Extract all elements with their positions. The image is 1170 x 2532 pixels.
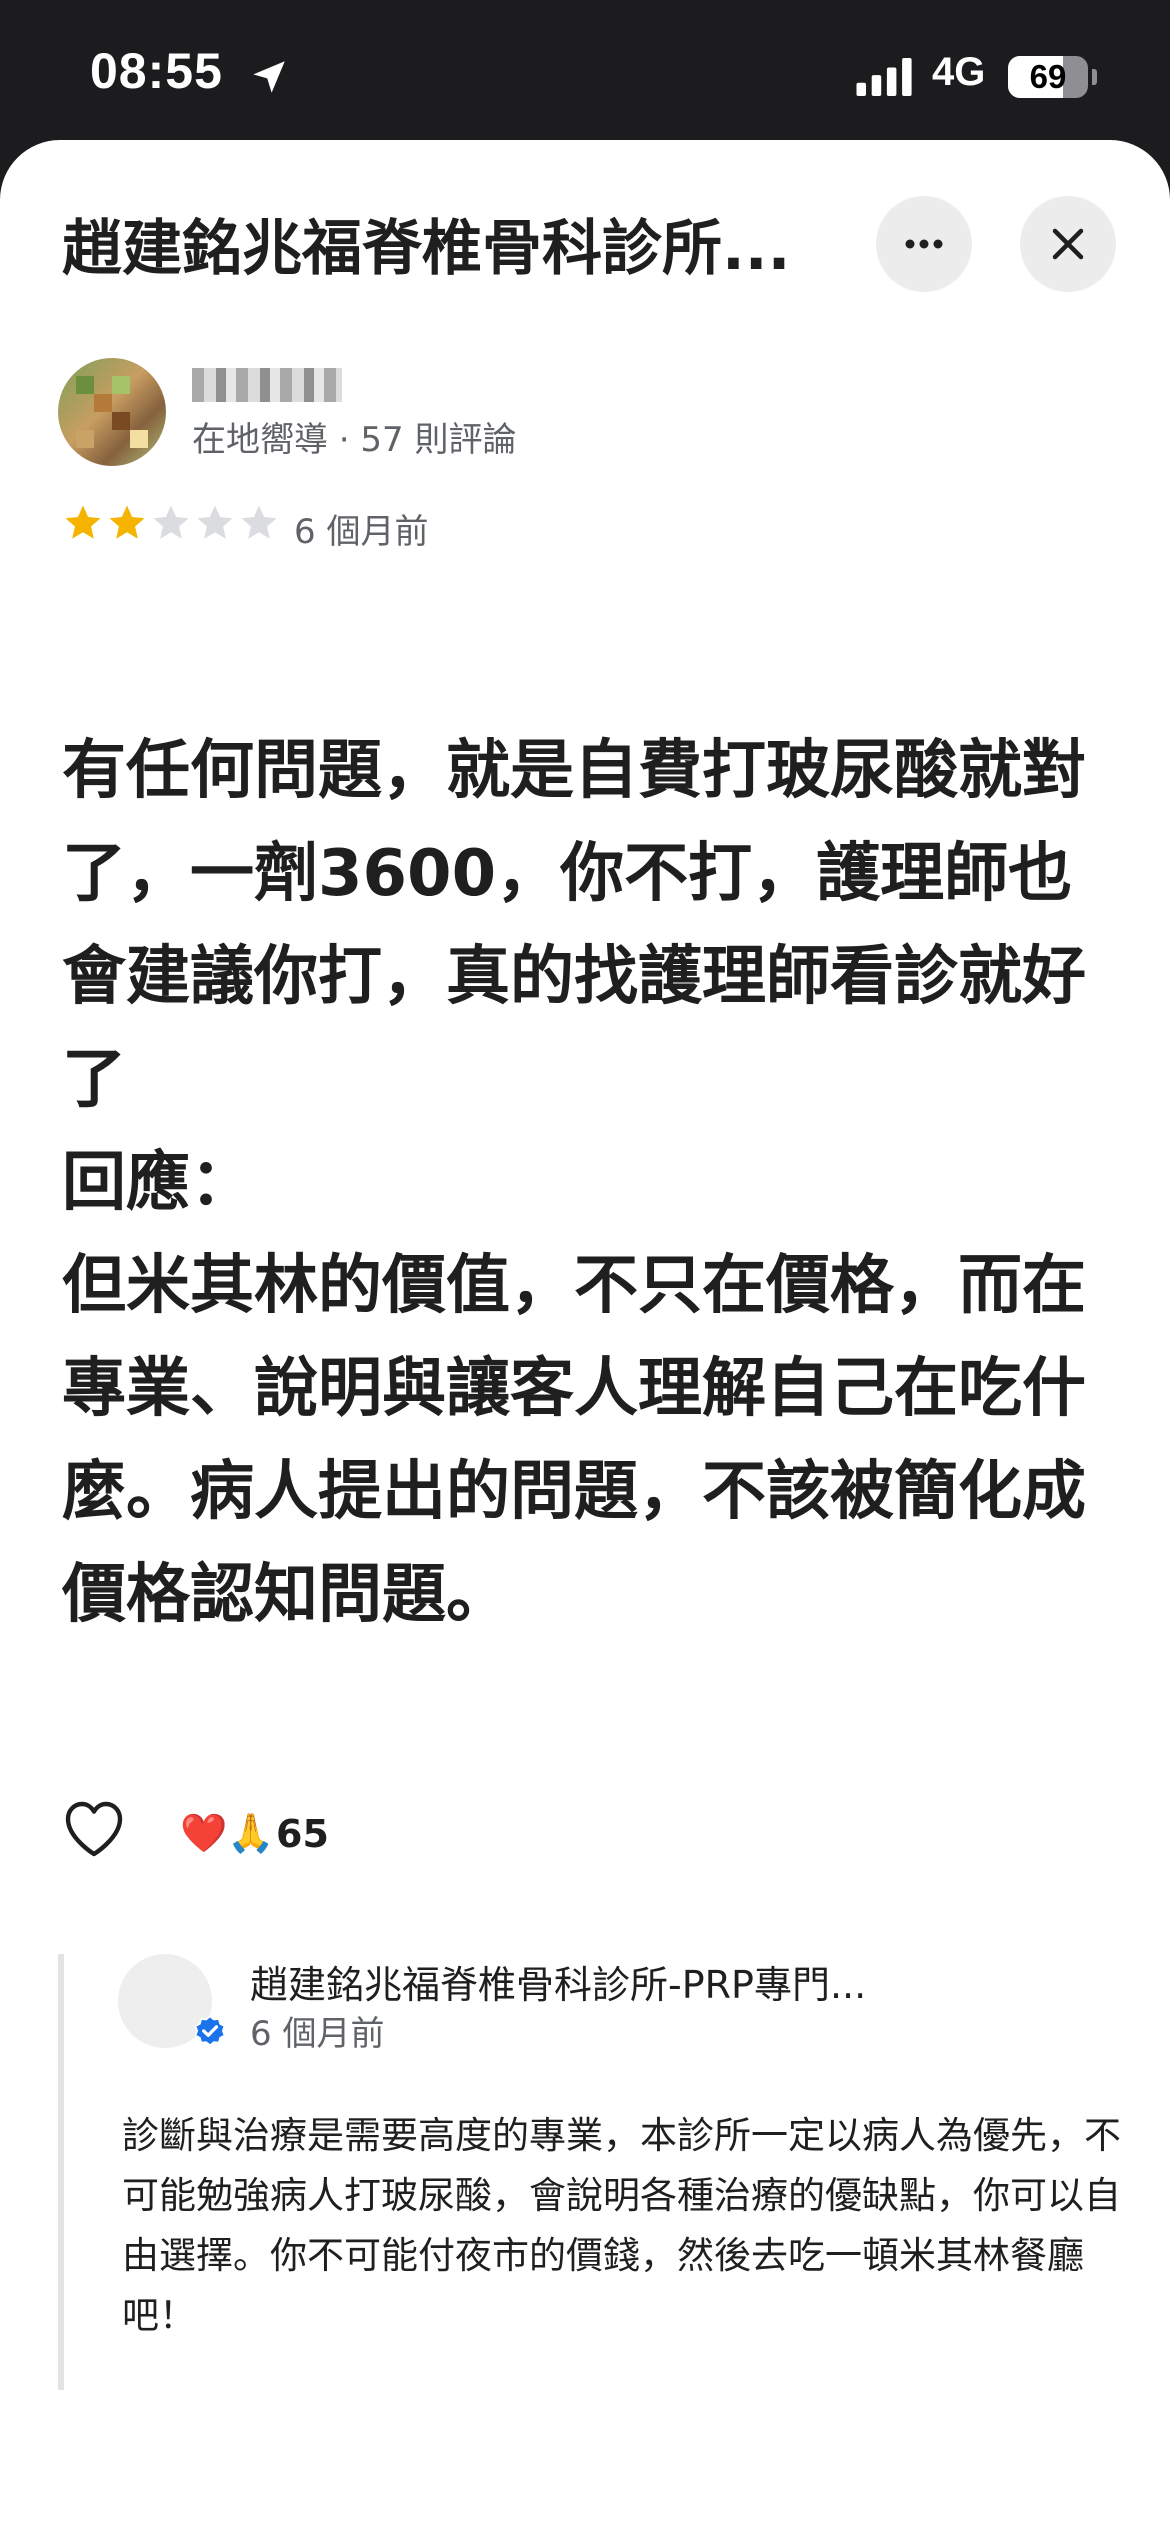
heart-outline-icon[interactable] — [62, 1798, 126, 1858]
star-filled-icon — [65, 505, 101, 539]
owner-name[interactable]: 趙建銘兆福脊椎骨科診所-PRP專門... — [250, 1954, 990, 2009]
avatar-pixel — [112, 376, 130, 394]
owner-reply-body: 診斷與治療是需要高度的專業，本診所一定以病人為優先，不可能勉強病人打玻尿酸，會說… — [122, 2114, 1121, 2337]
owner-reply-time: 6 個月前 — [250, 2014, 385, 2054]
close-icon — [1052, 228, 1084, 260]
review-sheet: 趙建銘兆福脊椎骨科診所... 在地嚮導 · 57 則評論 6 個月前 有任何問題… — [0, 140, 1170, 2532]
review-time: 6 個月前 — [294, 512, 429, 552]
star-filled-icon — [109, 505, 145, 539]
more-button[interactable] — [876, 196, 972, 292]
avatar-pixel — [94, 394, 112, 412]
review-paragraph: 回應： — [62, 1146, 254, 1220]
network-label: 4G — [932, 50, 986, 94]
reviewer-name-redacted[interactable] — [192, 368, 342, 402]
close-button[interactable] — [1020, 196, 1116, 292]
status-bar: 08:55 4G 69 — [0, 0, 1170, 140]
verified-badge-icon — [194, 2015, 226, 2047]
cellular-signal-icon — [856, 58, 912, 96]
star-rating — [62, 502, 280, 546]
review-paragraph: 有任何問題，就是自費打玻尿酸就對了，一劑3600，你不打，護理師也會建議你打，真… — [62, 734, 1086, 1117]
more-horizontal-icon — [905, 239, 943, 249]
avatar-pixel — [76, 430, 94, 448]
star-empty-icon — [241, 505, 277, 539]
star-empty-icon — [153, 505, 189, 539]
battery-percent: 69 — [1029, 58, 1067, 95]
star-empty-icon — [197, 505, 233, 539]
reaction-emojis[interactable]: ❤️🙏 — [180, 1808, 275, 1858]
reviewer-avatar[interactable] — [58, 358, 166, 466]
page-title: 趙建銘兆福脊椎骨科診所... — [62, 214, 791, 284]
owner-reply: 趙建銘兆福脊椎骨科診所-PRP專門... 6 個月前 診斷與治療是需要高度的專業… — [58, 1954, 1138, 2390]
review-body: 有任何問題，就是自費打玻尿酸就對了，一劑3600，你不打，護理師也會建議你打，真… — [62, 720, 1122, 1647]
status-time: 08:55 — [90, 43, 223, 99]
location-arrow-icon — [253, 61, 285, 93]
battery-nub — [1092, 69, 1097, 85]
reaction-count: 65 — [276, 1812, 329, 1856]
avatar-pixel — [112, 412, 130, 430]
battery-indicator: 69 — [1008, 56, 1088, 98]
reviewer-meta: 在地嚮導 · 57 則評論 — [192, 420, 517, 460]
review-paragraph: 但米其林的價值，不只在價格，而在專業、說明與讓客人理解自己在吃什麼。病人提出的問… — [62, 1249, 1086, 1632]
avatar-pixel — [76, 376, 94, 394]
avatar-pixel — [130, 430, 148, 448]
